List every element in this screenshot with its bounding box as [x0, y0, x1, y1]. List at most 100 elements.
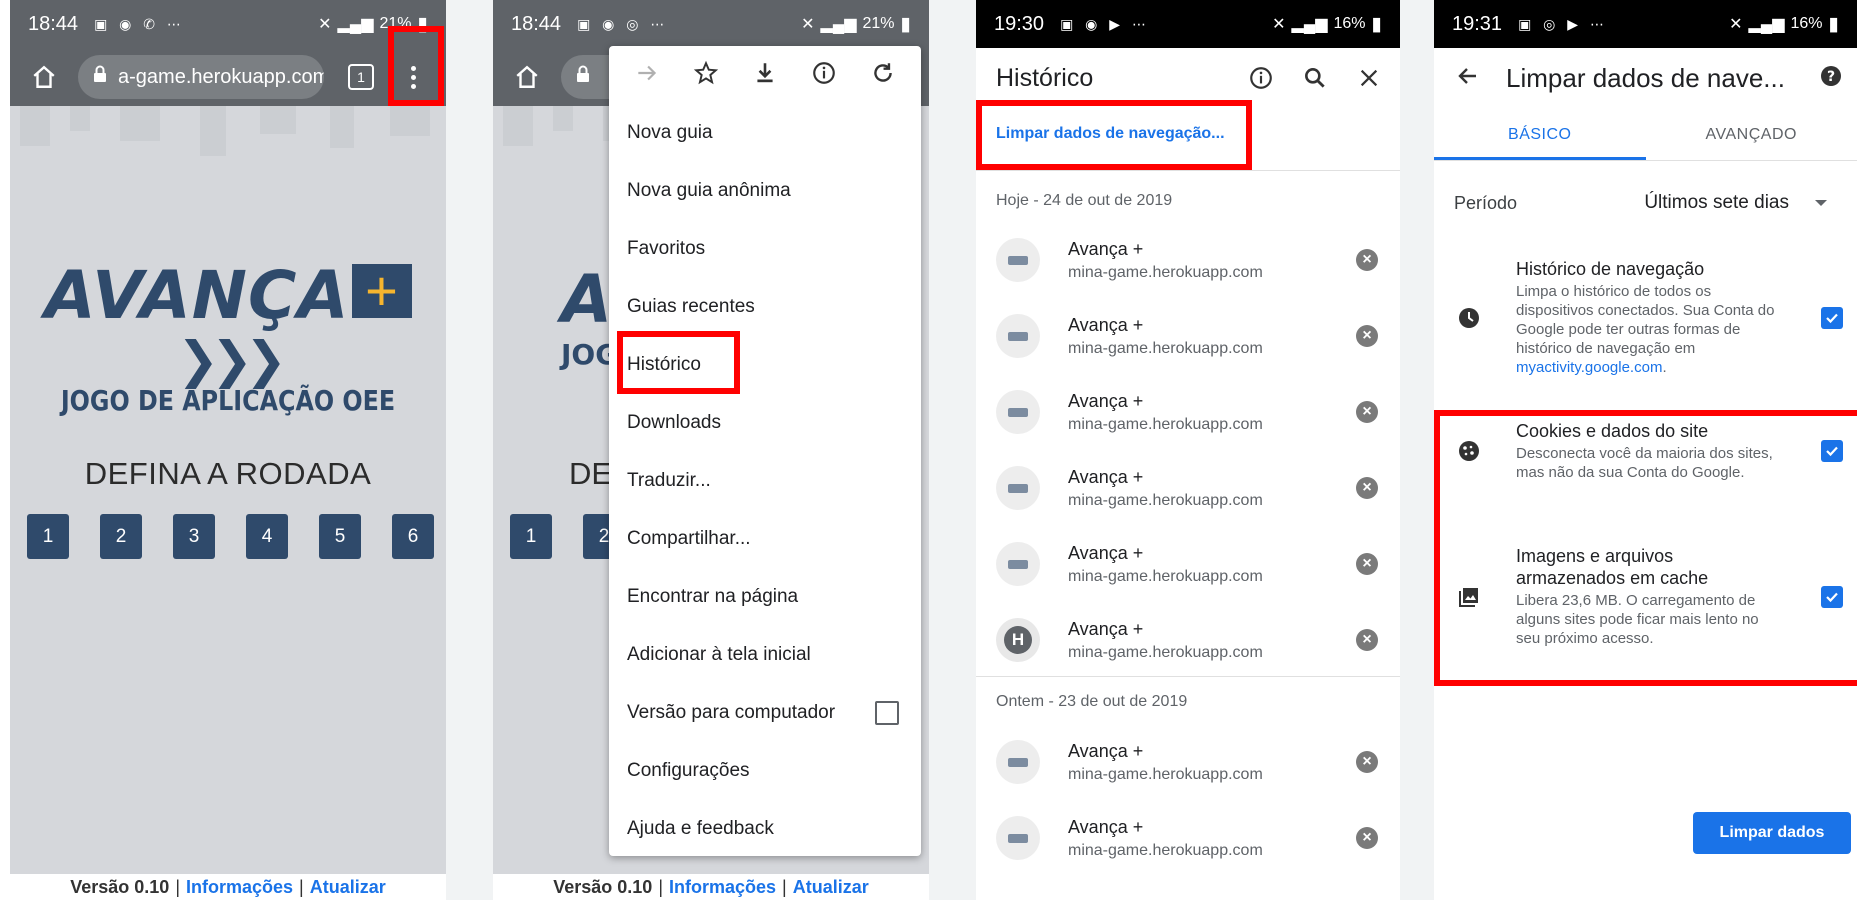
notification-icons: ▣ ◉ ✆ ⋯	[94, 15, 185, 32]
history-entry[interactable]: Avança + mina-game.herokuapp.com ×	[976, 374, 1400, 450]
history-entry[interactable]: Avança + mina-game.herokuapp.com ×	[976, 800, 1400, 876]
entry-text: Avança + mina-game.herokuapp.com	[1068, 315, 1263, 358]
favicon-icon	[996, 542, 1040, 586]
lock-icon	[575, 65, 591, 89]
address-bar[interactable]: a-game.herokuapp.com	[78, 55, 324, 99]
game-logo: AVANÇA +❯❯❯ JOGO DE APLICAÇÃO OEE	[10, 261, 446, 417]
clear-data-button[interactable]: Limpar dados	[1693, 812, 1851, 854]
search-icon[interactable]	[1302, 65, 1328, 91]
history-entry[interactable]: H Avança + mina-game.herokuapp.com ×	[976, 602, 1400, 678]
browser-toolbar: a-game.herokuapp.com 1	[10, 48, 446, 106]
site-letter-icon: H	[996, 618, 1040, 662]
round-buttons: 1 2 3 4 5 6	[27, 514, 434, 559]
gap-3	[1400, 0, 1434, 900]
round-button-1[interactable]: 1	[510, 514, 552, 559]
myactivity-link[interactable]: myactivity.google.com	[1516, 359, 1662, 376]
history-entry[interactable]: Avança + mina-game.herokuapp.com ×	[976, 724, 1400, 800]
tab-switcher-button[interactable]: 1	[348, 64, 374, 90]
option-cache[interactable]: Imagens e arquivos armazenados em cache …	[1434, 545, 1857, 648]
entry-url: mina-game.herokuapp.com	[1068, 263, 1263, 281]
battery-level: 16%	[1790, 15, 1823, 32]
back-arrow-icon[interactable]	[1456, 64, 1480, 93]
menu-item-share[interactable]: Compartilhar...	[609, 510, 921, 568]
remove-entry-icon[interactable]: ×	[1356, 629, 1378, 651]
logo-word: AVANÇA	[44, 257, 350, 334]
clear-browsing-data-link[interactable]: Limpar dados de navegação...	[996, 125, 1225, 143]
menu-item-translate[interactable]: Traduzir...	[609, 452, 921, 510]
history-entry[interactable]: Avança + mina-game.herokuapp.com ×	[976, 298, 1400, 374]
menu-kebab-icon[interactable]	[398, 55, 428, 99]
favicon-icon	[996, 238, 1040, 282]
option-text: Imagens e arquivos armazenados em cache …	[1516, 545, 1786, 648]
history-entry[interactable]: Avança + mina-game.herokuapp.com ×	[976, 526, 1400, 602]
round-button-6[interactable]: 6	[392, 514, 434, 559]
battery-level: 21%	[379, 15, 412, 32]
menu-item-desktop-site[interactable]: Versão para computador	[609, 684, 921, 742]
gap-2	[929, 0, 976, 900]
info-icon[interactable]	[1248, 65, 1274, 91]
update-link[interactable]: Atualizar	[310, 877, 386, 898]
menu-item-find-in-page[interactable]: Encontrar na página	[609, 568, 921, 626]
checkbox-cookies[interactable]	[1821, 440, 1843, 462]
remove-entry-icon[interactable]: ×	[1356, 477, 1378, 499]
round-button-4[interactable]: 4	[246, 514, 288, 559]
help-icon[interactable]: ?	[1819, 64, 1843, 93]
home-icon[interactable]	[505, 55, 549, 99]
info-link[interactable]: Informações	[186, 877, 293, 898]
remove-entry-icon[interactable]: ×	[1356, 827, 1378, 849]
tab-basic[interactable]: BÁSICO	[1434, 110, 1646, 160]
round-button-5[interactable]: 5	[319, 514, 361, 559]
remove-entry-icon[interactable]: ×	[1356, 325, 1378, 347]
remove-entry-icon[interactable]: ×	[1356, 249, 1378, 271]
page-title: Histórico	[996, 63, 1094, 92]
desktop-site-checkbox[interactable]	[875, 701, 899, 725]
remove-entry-icon[interactable]: ×	[1356, 553, 1378, 575]
menu-item-add-to-home[interactable]: Adicionar à tela inicial	[609, 626, 921, 684]
menu-item-settings[interactable]: Configurações	[609, 742, 921, 800]
favicon-icon	[996, 740, 1040, 784]
signal-icon: ▂▄▆	[820, 16, 857, 33]
home-icon[interactable]	[22, 55, 66, 99]
option-cookies[interactable]: Cookies e dados do site Desconecta você …	[1434, 420, 1857, 482]
time-range-selector[interactable]: Período Últimos sete dias	[1434, 185, 1857, 221]
menu-item-new-tab[interactable]: Nova guia	[609, 104, 921, 162]
status-right: ✕ ▂▄▆ 21% ▮	[801, 13, 911, 36]
entry-text: Avança + mina-game.herokuapp.com	[1068, 239, 1263, 282]
info-link[interactable]: Informações	[669, 877, 776, 898]
update-link[interactable]: Atualizar	[793, 877, 869, 898]
footer-separator: |	[658, 876, 663, 897]
menu-item-recent-tabs[interactable]: Guias recentes	[609, 278, 921, 336]
entry-title: Avança +	[1068, 390, 1144, 411]
entry-text: Avança + mina-game.herokuapp.com	[1068, 741, 1263, 784]
favicon-icon	[996, 314, 1040, 358]
game-page: AVANÇA + ❯❯❯ JOGO DE APLICAÇÃO OEE DEFINA …	[10, 106, 446, 900]
round-button-1[interactable]: 1	[27, 514, 69, 559]
svg-text:?: ?	[1827, 69, 1835, 85]
reload-icon[interactable]	[870, 60, 896, 91]
menu-item-bookmarks[interactable]: Favoritos	[609, 220, 921, 278]
remove-entry-icon[interactable]: ×	[1356, 401, 1378, 423]
entry-url: mina-game.herokuapp.com	[1068, 415, 1263, 433]
mute-icon: ✕	[318, 16, 332, 33]
round-button-3[interactable]: 3	[173, 514, 215, 559]
history-entry[interactable]: Avança + mina-game.herokuapp.com ×	[976, 222, 1400, 298]
forward-icon[interactable]	[634, 60, 660, 91]
info-icon[interactable]	[811, 60, 837, 91]
tab-count: 1	[348, 64, 374, 90]
download-icon[interactable]	[752, 60, 778, 91]
star-icon[interactable]	[693, 60, 719, 91]
tab-advanced[interactable]: AVANÇADO	[1646, 110, 1857, 160]
remove-entry-icon[interactable]: ×	[1356, 751, 1378, 773]
checkbox-cache[interactable]	[1821, 585, 1843, 608]
menu-item-help[interactable]: Ajuda e feedback	[609, 800, 921, 858]
menu-item-incognito[interactable]: Nova guia anônima	[609, 162, 921, 220]
footer-separator: |	[299, 876, 304, 897]
option-title: Cookies e dados do site	[1516, 421, 1709, 441]
menu-item-history[interactable]: Histórico	[609, 336, 921, 394]
menu-item-downloads[interactable]: Downloads	[609, 394, 921, 452]
checkbox-history[interactable]	[1821, 306, 1843, 329]
history-entry[interactable]: Avança + mina-game.herokuapp.com ×	[976, 450, 1400, 526]
close-icon[interactable]	[1356, 65, 1382, 91]
round-button-2[interactable]: 2	[100, 514, 142, 559]
option-browsing-history[interactable]: Histórico de navegação Limpa o histórico…	[1434, 258, 1857, 377]
